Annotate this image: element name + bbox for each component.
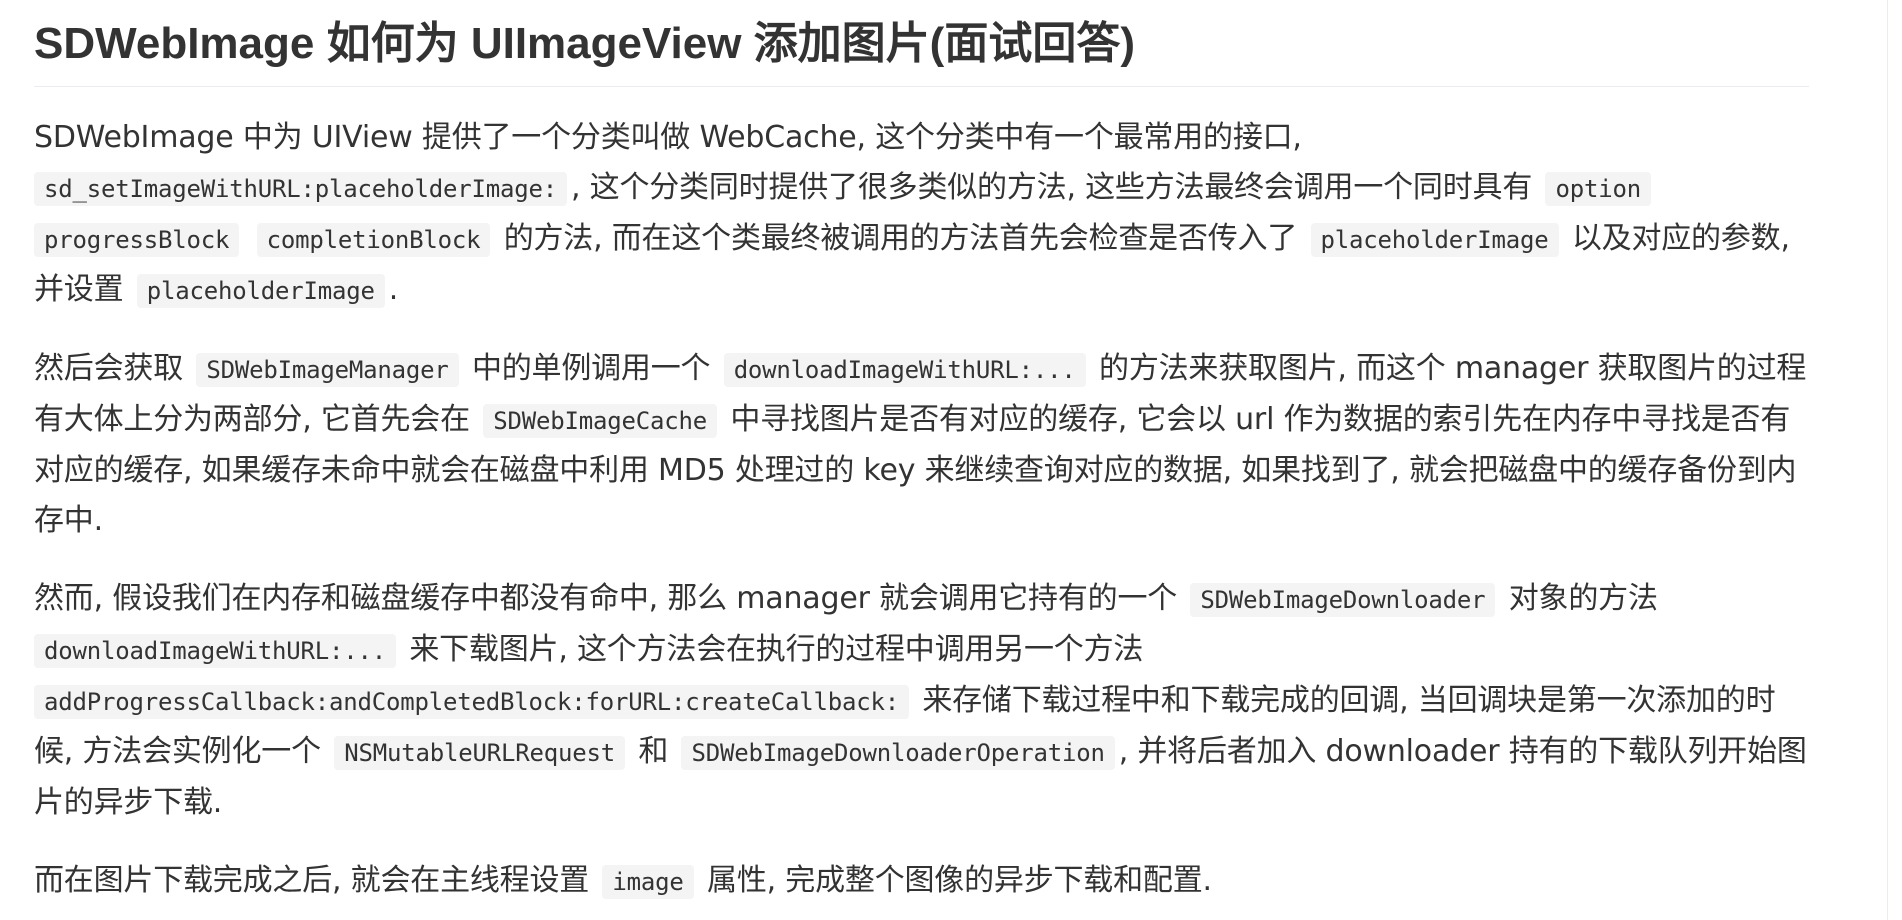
inline-code: sd_setImageWithURL:placeholderImage: — [34, 172, 567, 206]
article: SDWebImage 如何为 UIImageView 添加图片(面试回答) SD… — [34, 14, 1809, 907]
paragraph-manager: 然后会获取 SDWebImageManager 中的单例调用一个 downloa… — [34, 344, 1809, 546]
inline-code: placeholderImage — [136, 274, 385, 308]
inline-code: downloadImageWithURL:... — [723, 353, 1086, 387]
paragraph-downloader: 然而, 假设我们在内存和磁盘缓存中都没有命中, 那么 manager 就会调用它… — [34, 574, 1809, 828]
paragraph-text: SDWebImage 中为 UIView 提供了一个分类叫做 WebCache,… — [34, 120, 1302, 155]
inline-code: placeholderImage — [1310, 223, 1559, 257]
paragraph-text: 来下载图片, 这个方法会在执行的过程中调用另一个方法 — [409, 632, 1144, 667]
inline-code: SDWebImageDownloader — [1190, 583, 1496, 617]
paragraph-text: 然后会获取 — [34, 351, 183, 386]
inline-code: SDWebImageDownloaderOperation — [681, 736, 1115, 770]
inline-code: SDWebImageCache — [483, 404, 717, 438]
scrollbar-track[interactable] — [1887, 0, 1902, 920]
paragraph-text: . — [388, 272, 399, 307]
article-title: SDWebImage 如何为 UIImageView 添加图片(面试回答) — [34, 14, 1809, 87]
inline-code: option — [1545, 172, 1651, 206]
inline-code: SDWebImageManager — [196, 353, 459, 387]
paragraph-text: 而在图片下载完成之后, 就会在主线程设置 — [34, 863, 590, 898]
inline-code: NSMutableURLRequest — [334, 736, 625, 770]
paragraph-text: 中的单例调用一个 — [471, 351, 711, 386]
inline-code: completionBlock — [256, 223, 491, 257]
paragraph-text: 然而, 假设我们在内存和磁盘缓存中都没有命中, 那么 manager 就会调用它… — [34, 581, 1178, 616]
paragraph-text: 属性, 完成整个图像的异步下载和配置. — [707, 863, 1212, 898]
paragraph-text: 的方法, 而在这个类最终被调用的方法首先会检查是否传入了 — [503, 221, 1298, 256]
inline-code: image — [602, 865, 694, 899]
inline-code: progressBlock — [34, 223, 240, 257]
paragraph-text: 对象的方法 — [1508, 581, 1658, 616]
paragraph-complete: 而在图片下载完成之后, 就会在主线程设置 image 属性, 完成整个图像的异步… — [34, 856, 1809, 907]
paragraph-text: 和 — [638, 734, 669, 769]
inline-code: downloadImageWithURL:... — [34, 634, 396, 668]
paragraph-webcache: SDWebImage 中为 UIView 提供了一个分类叫做 WebCache,… — [34, 113, 1809, 316]
inline-code: addProgressCallback:andCompletedBlock:fo… — [34, 685, 909, 719]
paragraph-text: , 这个分类同时提供了很多类似的方法, 这些方法最终会调用一个同时具有 — [570, 170, 1533, 205]
